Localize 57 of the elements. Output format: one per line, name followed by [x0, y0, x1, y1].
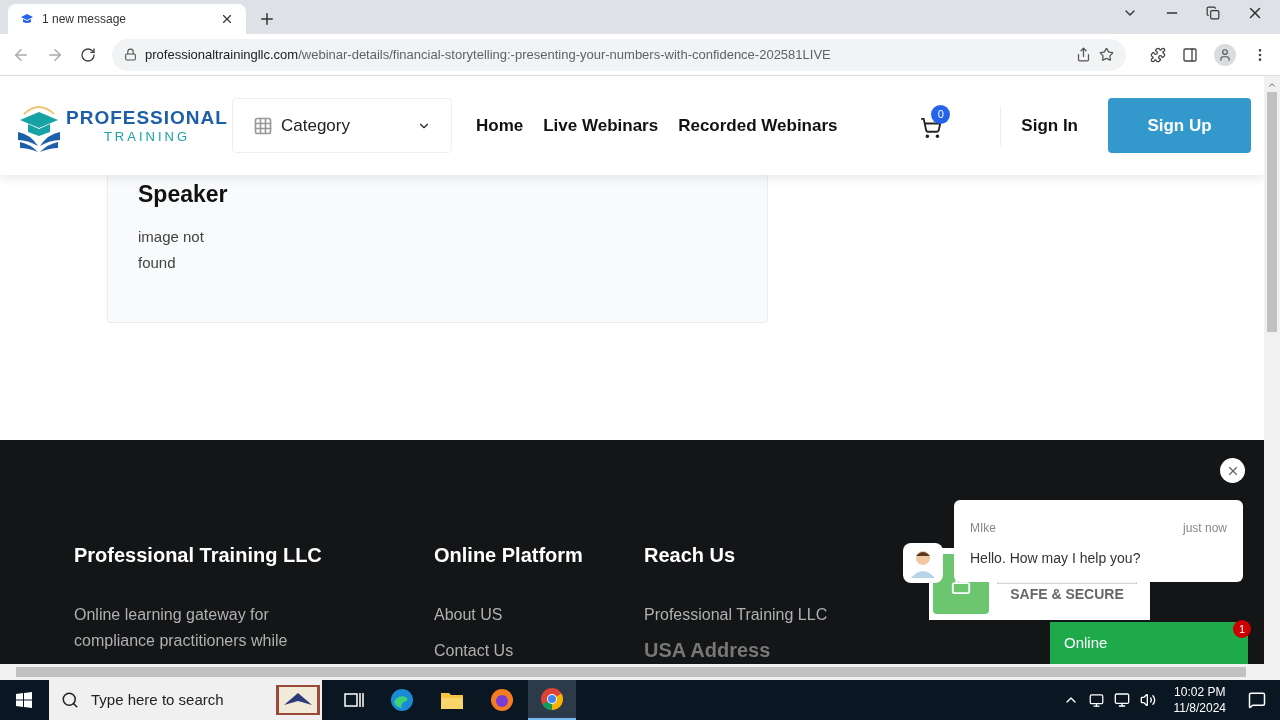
- footer-link[interactable]: Professional Training LLC: [644, 602, 904, 628]
- windows-start-icon[interactable]: [16, 692, 32, 708]
- chat-time: just now: [1182, 520, 1227, 537]
- nav-link[interactable]: Live Webinars: [543, 112, 659, 139]
- horizontal-scrollbar[interactable]: [0, 664, 1280, 680]
- notifications-icon[interactable]: [1248, 691, 1266, 709]
- folder-icon[interactable]: [440, 690, 464, 710]
- footer-subheading: USA Address: [644, 638, 772, 662]
- category-dropdown[interactable]: Category: [232, 98, 452, 154]
- search-placeholder: Type here to search: [91, 689, 225, 710]
- extensions-icon[interactable]: [1150, 46, 1166, 63]
- chat-avatar[interactable]: [903, 543, 943, 583]
- broken-image-alt: image not found: [138, 226, 205, 273]
- logo-subtitle: TRAINING: [103, 129, 190, 146]
- bookmark-star-icon[interactable]: [1099, 47, 1114, 62]
- search-icon: [61, 691, 79, 709]
- side-panel-icon[interactable]: [1182, 46, 1198, 63]
- secure-badge-text: SAFE & SECURE: [1010, 584, 1124, 604]
- chat-message: Hello. How may I help you?: [970, 549, 1142, 568]
- footer-link[interactable]: About US: [434, 602, 644, 628]
- volume-icon[interactable]: [1139, 692, 1156, 708]
- footer-description: Online learning gateway for compliance practitioners while: [74, 605, 289, 651]
- scroll-up-icon[interactable]: [1267, 80, 1277, 90]
- new-tab-icon[interactable]: [258, 10, 276, 28]
- url-text: professionaltrainingllc.com/webinar-details/financial-storytelling:-presenting-your-numbers-with-confidence-202581LIVE: [145, 45, 831, 64]
- close-icon[interactable]: [220, 12, 234, 26]
- cart-count-badge: 0: [931, 104, 951, 124]
- profile-icon[interactable]: [1214, 43, 1236, 66]
- taskbar-search-field[interactable]: Type here to search: [49, 680, 322, 720]
- chat-sender: MIke: [970, 520, 996, 537]
- chrome-icon: [540, 687, 564, 711]
- footer-heading: Professional Training LLC: [74, 543, 323, 568]
- logo-title: PROFESSIONAL: [66, 105, 228, 130]
- footer-link[interactable]: Contact Us: [434, 638, 644, 664]
- network-icon[interactable]: [1113, 692, 1130, 708]
- book-icon: [274, 683, 322, 717]
- graduation-cap-icon: [20, 13, 34, 25]
- restore-icon[interactable]: [1206, 6, 1220, 20]
- speaker-heading: Speaker: [138, 180, 229, 210]
- firefox-icon[interactable]: [490, 688, 514, 712]
- address-bar[interactable]: professionaltrainingllc.com/webinar-details/financial-storytelling:-presenting-your-numbers-with-confidence-202581LIVE: [112, 38, 1126, 71]
- sign-in-link[interactable]: Sign In: [1021, 112, 1078, 139]
- edge-icon[interactable]: [390, 688, 414, 712]
- vertical-scrollbar[interactable]: [1264, 76, 1280, 664]
- share-icon[interactable]: [1076, 47, 1091, 62]
- task-view-icon[interactable]: [344, 691, 364, 709]
- nav-link[interactable]: Home: [476, 112, 524, 139]
- reload-icon[interactable]: [80, 46, 96, 63]
- tab-title: 1 new message: [42, 11, 128, 27]
- grid-icon: [253, 115, 273, 136]
- footer-heading: Online Platform: [434, 543, 584, 568]
- nav-link[interactable]: Recorded Webinars: [678, 112, 838, 139]
- chrome-taskbar-button[interactable]: [528, 680, 576, 720]
- taskbar-clock[interactable]: 10:02 PM 11/8/2024: [1173, 684, 1226, 716]
- browser-tab[interactable]: 1 new message: [8, 4, 246, 34]
- footer-heading: Reach Us: [644, 543, 737, 568]
- cart-icon[interactable]: [920, 116, 943, 139]
